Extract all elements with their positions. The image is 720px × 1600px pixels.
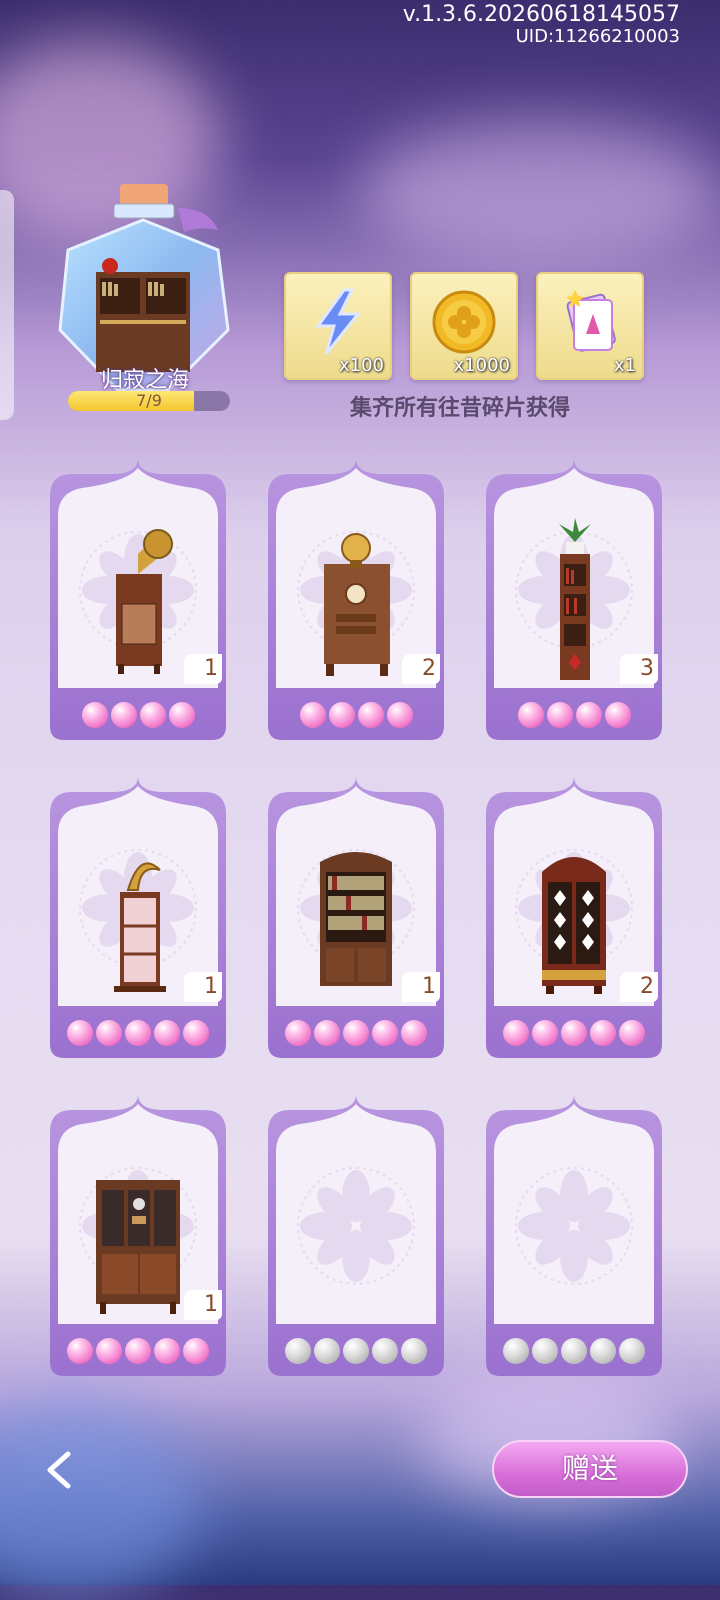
star-dot (67, 1338, 93, 1364)
star-dot (532, 1020, 558, 1046)
fragment-card[interactable]: 1 (44, 774, 232, 1074)
glass-cabinet-icon (96, 1180, 180, 1314)
star-dot (343, 1338, 369, 1364)
fragment-count: 1 (184, 1290, 222, 1320)
star-dot (285, 1020, 311, 1046)
star-dot (590, 1338, 616, 1364)
fragment-card[interactable]: 1 (262, 774, 450, 1074)
star-dot (619, 1338, 645, 1364)
star-dot (285, 1338, 311, 1364)
star-dot (357, 702, 384, 728)
star-dot (183, 1338, 209, 1364)
star-dots (44, 1338, 232, 1364)
reward-card-pack[interactable]: x1 (536, 272, 644, 380)
star-dot (168, 702, 195, 728)
display-shelf-icon (114, 862, 166, 992)
wardrobe-icon (542, 857, 606, 994)
star-dot (154, 1338, 180, 1364)
star-dot (561, 1020, 587, 1046)
star-dots (262, 1338, 450, 1364)
star-dot (139, 702, 166, 728)
reward-gold[interactable]: x1000 (410, 272, 518, 380)
star-dot (401, 1338, 427, 1364)
tall-bookshelf-plant-icon (559, 518, 591, 680)
fragment-card[interactable]: 1 (44, 1092, 232, 1392)
star-dots (262, 1020, 450, 1046)
star-dot (386, 702, 413, 728)
fragment-card[interactable] (262, 1092, 450, 1392)
fragment-card[interactable] (480, 1092, 668, 1392)
star-dot (401, 1020, 427, 1046)
star-dot (546, 702, 573, 728)
progress-text: 7/9 (136, 391, 162, 410)
star-dot (314, 1338, 340, 1364)
star-dot (372, 1338, 398, 1364)
star-dots (44, 1020, 232, 1046)
clock-cabinet-icon (324, 533, 390, 676)
lightning-icon (315, 288, 362, 355)
reward-qty: x1000 (453, 355, 510, 376)
star-dot (299, 702, 326, 728)
gold-coin-icon (432, 290, 496, 354)
star-dot (314, 1020, 340, 1046)
star-dot (110, 702, 137, 728)
fragment-count: 3 (620, 654, 658, 684)
fragment-card[interactable]: 2 (262, 456, 450, 756)
star-dot (604, 702, 631, 728)
star-dot (125, 1020, 151, 1046)
star-dot (517, 702, 544, 728)
star-dot (328, 702, 355, 728)
star-dot (503, 1338, 529, 1364)
uid-text: UID:11266210003 (515, 26, 680, 47)
star-dot (96, 1020, 122, 1046)
fragment-count: 2 (620, 972, 658, 1002)
fragment-count: 1 (402, 972, 440, 1002)
star-dots (44, 702, 232, 728)
version-info: v.1.3.6.20260618145057 UID:11266210003 (403, 4, 680, 48)
fragment-card[interactable]: 2 (480, 774, 668, 1074)
bookcase-icon (320, 852, 392, 986)
fragment-count: 1 (184, 654, 222, 684)
star-dots (262, 702, 450, 728)
fragment-count: 2 (402, 654, 440, 684)
reward-energy[interactable]: x100 (284, 272, 392, 380)
collection-name: 归寂之海 (100, 368, 189, 393)
star-dots (480, 1020, 668, 1046)
collection-progress-bar: 7/9 (68, 391, 230, 411)
collect-hint: 集齐所有往昔碎片获得 (349, 395, 570, 421)
star-dot (96, 1338, 122, 1364)
star-dot (619, 1020, 645, 1046)
gift-button[interactable]: 赠送 (492, 1440, 688, 1498)
card-pack-icon (566, 290, 616, 352)
star-dot (183, 1020, 209, 1046)
fragment-card[interactable]: 1 (44, 456, 232, 756)
star-dots (480, 1338, 668, 1364)
star-dot (81, 702, 108, 728)
star-dot (503, 1020, 529, 1046)
star-dot (575, 702, 602, 728)
star-dot (590, 1020, 616, 1046)
star-dot (532, 1338, 558, 1364)
star-dot (372, 1020, 398, 1046)
star-dot (154, 1020, 180, 1046)
gramophone-cabinet-icon (116, 529, 173, 674)
reward-qty: x1 (613, 355, 636, 376)
back-arrow-icon[interactable] (38, 1448, 82, 1492)
side-tab-handle[interactable] (0, 190, 14, 420)
version-text: v.1.3.6.20260618145057 (402, 2, 680, 27)
star-dot (343, 1020, 369, 1046)
reward-qty: x100 (338, 355, 384, 376)
fragment-card[interactable]: 3 (480, 456, 668, 756)
star-dot (561, 1338, 587, 1364)
star-dots (480, 702, 668, 728)
star-dot (67, 1020, 93, 1046)
fragment-count: 1 (184, 972, 222, 1002)
star-dot (125, 1338, 151, 1364)
